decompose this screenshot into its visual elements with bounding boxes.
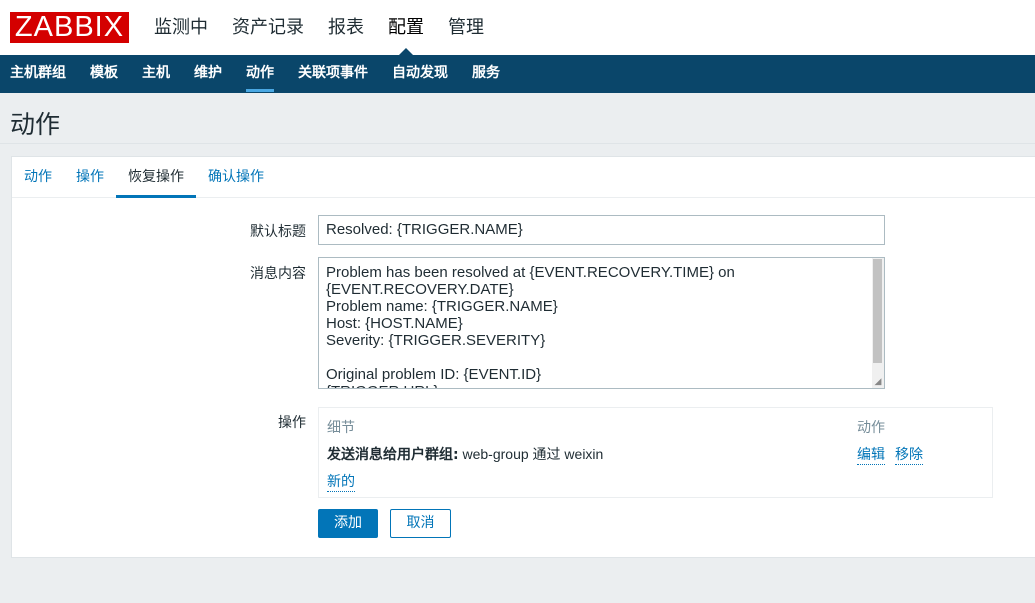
operation-row-rest: web-group 通过 weixin <box>458 446 604 462</box>
operation-row-details: 发送消息给用户群组: web-group 通过 weixin <box>327 444 603 464</box>
ops-header-details: 细节 <box>327 420 355 436</box>
tab-recovery-operations[interactable]: 恢复操作 <box>116 157 196 198</box>
subnav-event-correlation[interactable]: 关联项事件 <box>286 55 380 93</box>
page-title: 动作 <box>10 110 61 139</box>
tab-operations[interactable]: 操作 <box>64 157 116 197</box>
top-menu: 监测中 资产记录 报表 配置 管理 <box>142 0 496 55</box>
subnav-actions[interactable]: 动作 <box>234 55 286 93</box>
tab-action[interactable]: 动作 <box>12 157 64 197</box>
operations-table: 细节 动作 发送消息给用户群组: web-group 通过 weixin 编辑 … <box>318 407 993 498</box>
textarea-scroll-thumb[interactable] <box>873 259 882 363</box>
top-menu-monitoring[interactable]: 监测中 <box>142 0 220 55</box>
message-textarea-text: Problem has been resolved at {EVENT.RECO… <box>326 264 735 388</box>
zabbix-logo[interactable]: ZABBIX <box>10 12 129 43</box>
subnav-templates[interactable]: 模板 <box>78 55 130 93</box>
add-button[interactable]: 添加 <box>318 509 378 538</box>
resize-grip-icon[interactable]: ◢ <box>873 377 883 387</box>
tab-acknowledge-operations[interactable]: 确认操作 <box>196 157 276 197</box>
cancel-button[interactable]: 取消 <box>390 509 451 538</box>
subnav-hosts[interactable]: 主机 <box>130 55 182 93</box>
top-menu-configuration[interactable]: 配置 <box>376 0 436 55</box>
subnav-maintenance[interactable]: 维护 <box>182 55 234 93</box>
message-label: 消息内容 <box>250 266 306 282</box>
textarea-scrollbar[interactable] <box>872 258 884 388</box>
page-header: 动作 <box>0 93 1035 144</box>
top-menu-reports[interactable]: 报表 <box>316 0 376 55</box>
operations-label: 操作 <box>278 415 306 431</box>
message-textarea[interactable]: Problem has been resolved at {EVENT.RECO… <box>318 257 885 389</box>
operation-row-bold: 发送消息给用户群组: <box>327 447 459 463</box>
subnav-host-groups[interactable]: 主机群组 <box>0 55 78 93</box>
subnav-services[interactable]: 服务 <box>460 55 512 93</box>
subject-label: 默认标题 <box>250 224 306 240</box>
sub-navigation: 主机群组 模板 主机 维护 动作 关联项事件 自动发现 服务 <box>0 55 1035 93</box>
remove-link[interactable]: 移除 <box>895 444 923 465</box>
top-header: ZABBIX 监测中 资产记录 报表 配置 管理 <box>0 0 1035 55</box>
new-operation-link[interactable]: 新的 <box>327 471 355 492</box>
subject-input[interactable]: Resolved: {TRIGGER.NAME} <box>318 215 885 245</box>
top-menu-administration[interactable]: 管理 <box>436 0 496 55</box>
subnav-discovery[interactable]: 自动发现 <box>380 55 460 93</box>
edit-link[interactable]: 编辑 <box>857 444 885 465</box>
ops-header-action: 动作 <box>857 420 885 436</box>
top-menu-inventory[interactable]: 资产记录 <box>220 0 316 55</box>
action-form-card: 动作 操作 恢复操作 确认操作 默认标题 Resolved: {TRIGGER.… <box>11 156 1035 558</box>
form-tabs: 动作 操作 恢复操作 确认操作 <box>12 157 1035 198</box>
